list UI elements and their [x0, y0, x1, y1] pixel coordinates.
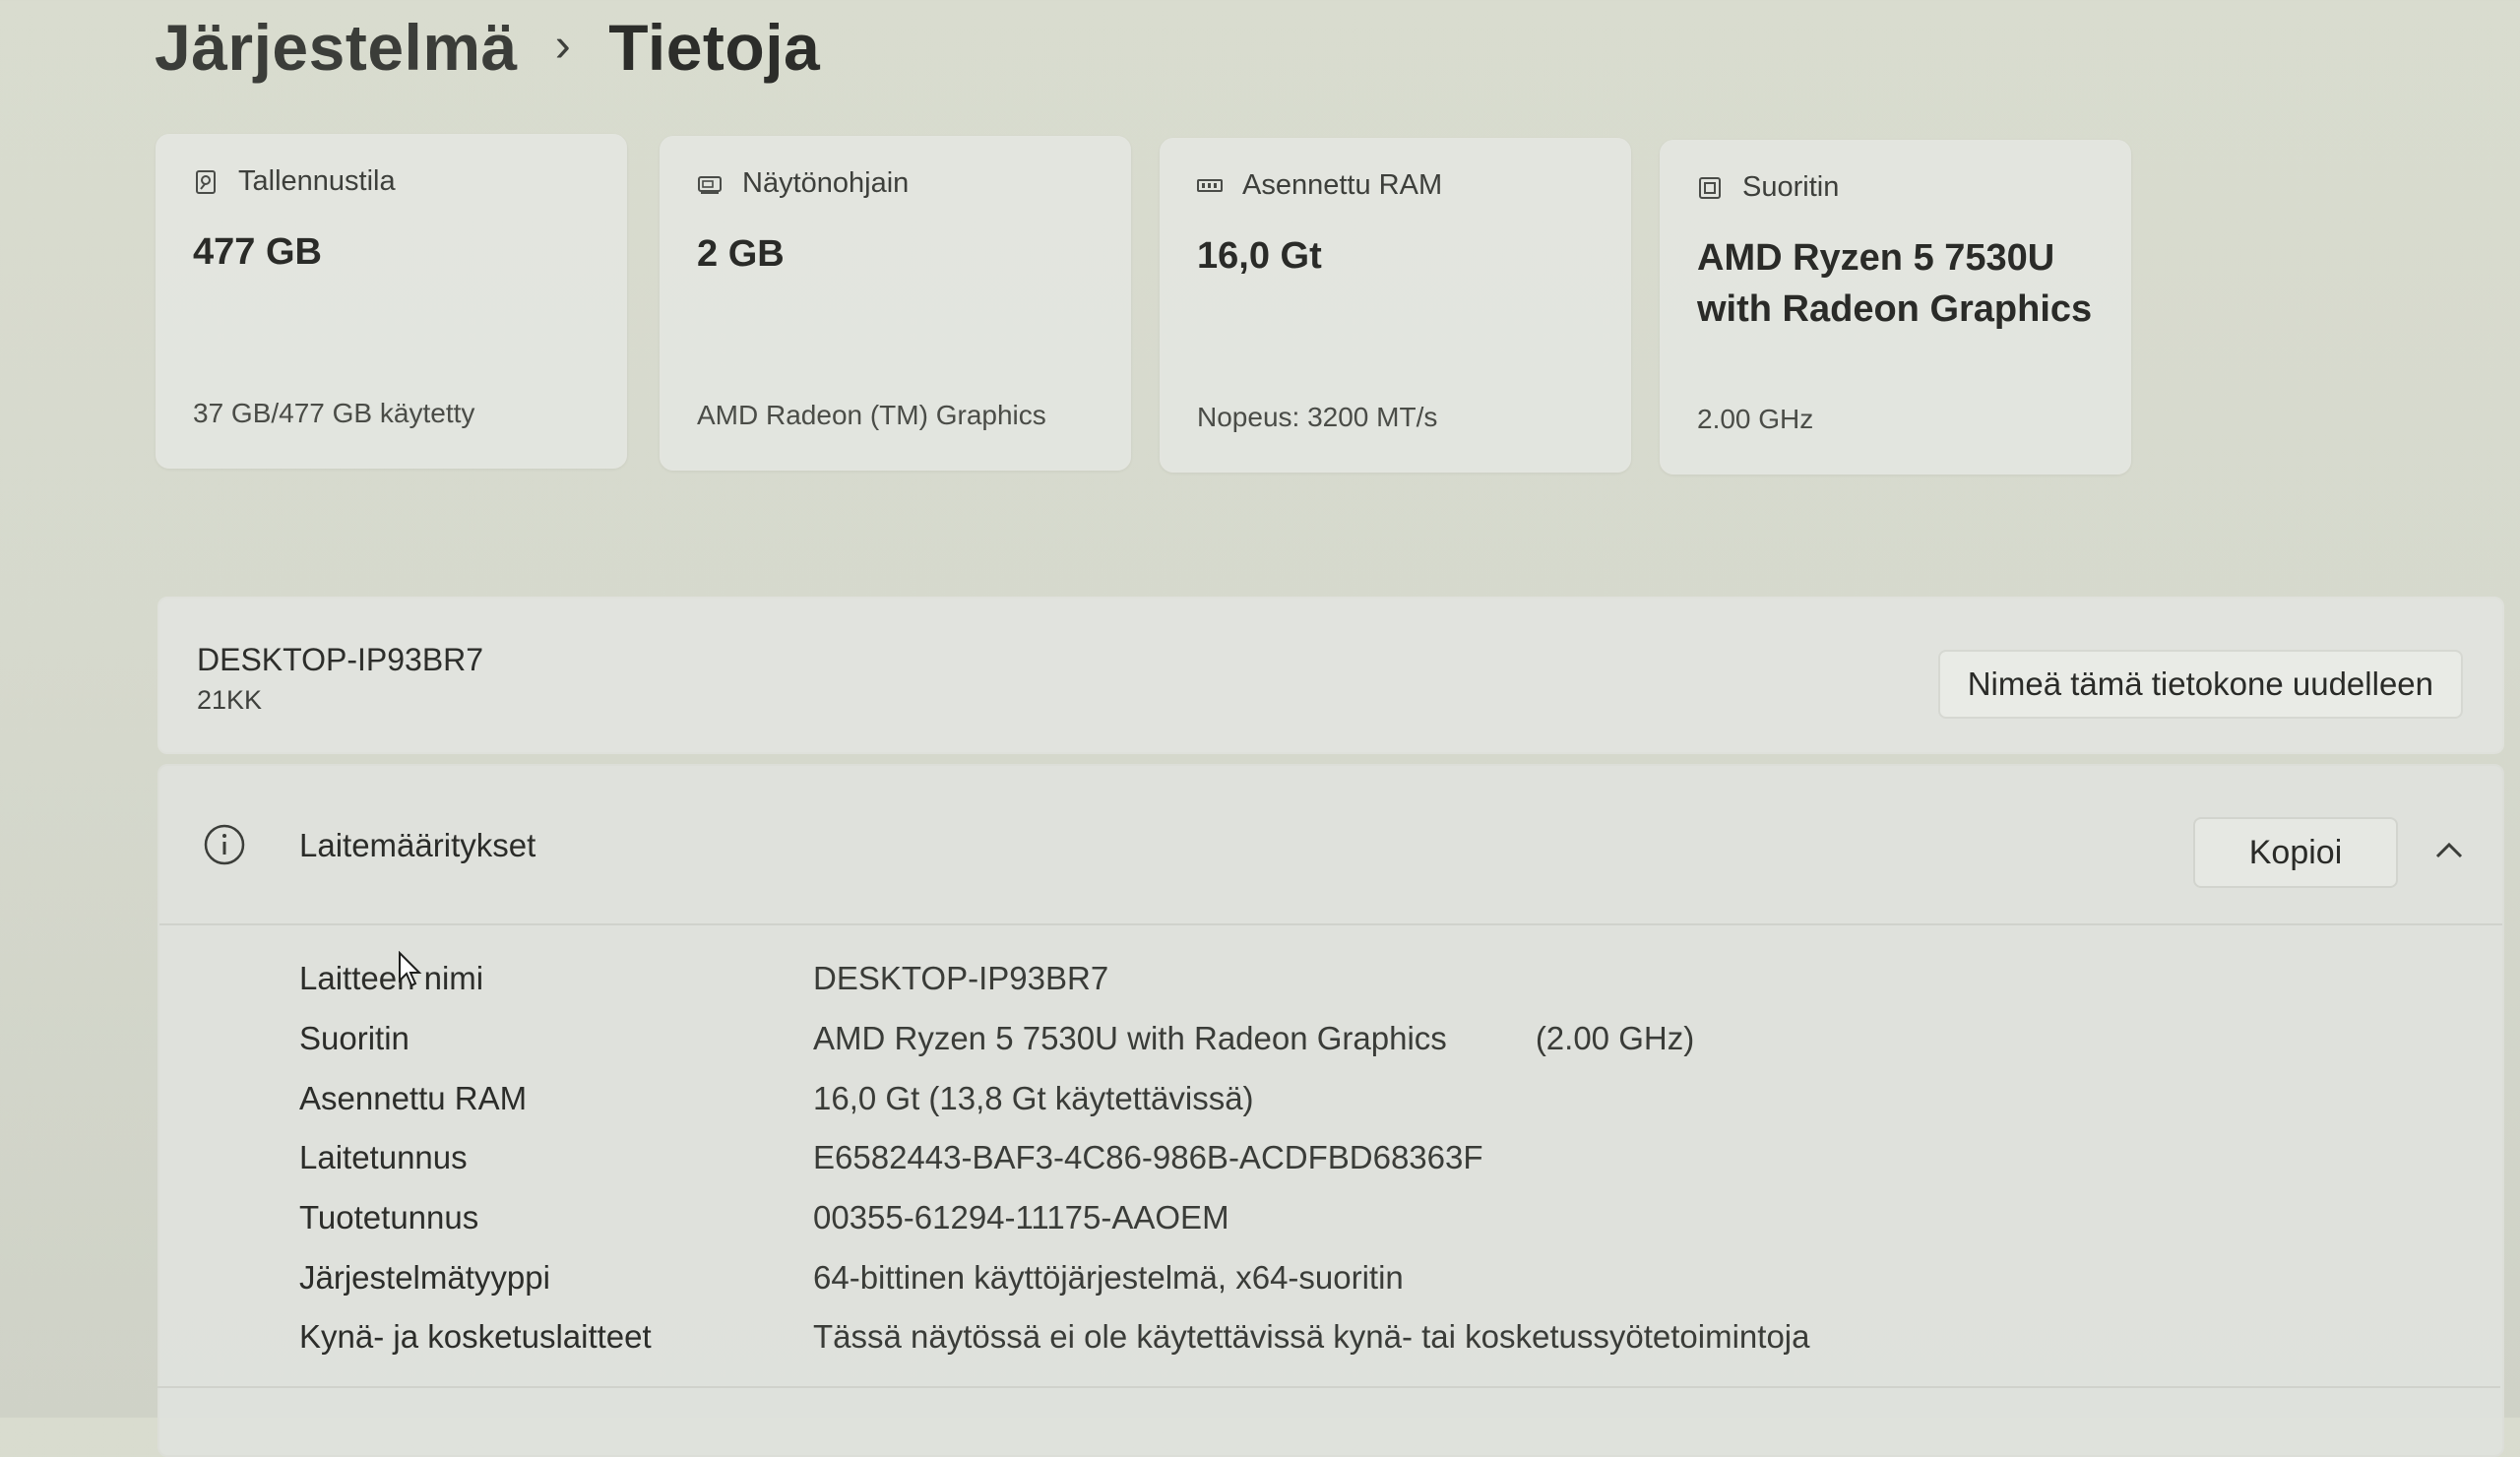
card-value: 16,0 Gt [1197, 235, 1322, 277]
spec-row: Järjestelmätyyppi 64-bittinen käyttöjärj… [299, 1247, 1809, 1307]
card-subtext: AMD Radeon (TM) Graphics [697, 400, 1046, 430]
card-graphics[interactable]: Näytönohjain 2 GB AMD Radeon (TM) Graphi… [660, 136, 1131, 471]
mouse-cursor-icon [399, 951, 422, 987]
card-header: Suoritin [1697, 171, 1839, 204]
processor-icon [1699, 176, 1721, 199]
chevron-up-icon[interactable] [2429, 831, 2469, 870]
spec-row: Laitetunnus E6582443-BAF3-4C86-986B-ACDF… [299, 1128, 1809, 1188]
spec-value[interactable]: 00355-61294-11175-AAOEM [813, 1199, 1229, 1236]
spec-label: Järjestelmätyyppi [299, 1258, 550, 1296]
spec-row: Suoritin AMD Ryzen 5 7530U with Radeon G… [299, 1009, 1809, 1069]
ram-icon [1197, 178, 1223, 192]
card-title: Tallennustila [238, 165, 396, 197]
device-specifications-panel: Laitemääritykset Kopioi Laitteen nimi DE… [158, 764, 2504, 1457]
rename-pc-button[interactable]: Nimeä tämä tietokone uudelleen [1937, 650, 2463, 719]
card-processor[interactable]: Suoritin AMD Ryzen 5 7530U with Radeon G… [1660, 140, 2131, 475]
breadcrumb-parent-link[interactable]: Järjestelmä [155, 10, 518, 85]
card-header: Asennettu RAM [1197, 169, 1442, 202]
info-icon [204, 824, 245, 865]
card-value: AMD Ryzen 5 7530U with Radeon Graphics [1697, 237, 2093, 330]
spec-value[interactable]: AMD Ryzen 5 7530U with Radeon Graphics [813, 1020, 1447, 1057]
card-title: Suoritin [1742, 171, 1840, 203]
device-name: DESKTOP-IP93BR7 [197, 642, 484, 677]
breadcrumb: Järjestelmä › Tietoja [155, 0, 820, 95]
spec-label: Laitteen nimi [299, 960, 484, 997]
spec-cards: Tallennustila 477 GB 37 GB/477 GB käytet… [156, 134, 2134, 475]
card-value: 2 GB [697, 233, 785, 275]
card-title: Asennettu RAM [1242, 169, 1443, 201]
spec-value[interactable]: Tässä näytössä ei ole käytettävissä kynä… [813, 1318, 1809, 1356]
specs-list: Laitteen nimi DESKTOP-IP93BR7 Suoritin A… [299, 949, 1809, 1367]
spec-value[interactable]: 64-bittinen käyttöjärjestelmä, x64-suori… [813, 1259, 1404, 1297]
specs-title: Laitemääritykset [299, 827, 536, 863]
device-name-panel: DESKTOP-IP93BR7 21KK Nimeä tämä tietokon… [158, 597, 2504, 754]
spec-value[interactable]: DESKTOP-IP93BR7 [813, 960, 1108, 997]
card-header: Näytönohjain [697, 167, 909, 200]
spec-label: Tuotetunnus [299, 1199, 479, 1236]
page-title: Tietoja [608, 11, 821, 84]
spec-label: Laitetunnus [299, 1139, 468, 1176]
spec-value[interactable]: 16,0 Gt (13,8 Gt käytettävissä) [813, 1080, 1254, 1117]
specs-header[interactable]: Laitemääritykset Kopioi [159, 766, 2502, 925]
card-subtext: 2.00 GHz [1697, 404, 1814, 434]
card-storage[interactable]: Tallennustila 477 GB 37 GB/477 GB käytet… [156, 134, 627, 469]
spec-label: Suoritin [299, 1020, 410, 1057]
card-ram[interactable]: Asennettu RAM 16,0 Gt Nopeus: 3200 MT/s [1160, 138, 1631, 473]
breadcrumb-chevron-icon: › [554, 19, 572, 72]
spec-extra[interactable]: (2.00 GHz) [1536, 1020, 1694, 1057]
card-subtext: Nopeus: 3200 MT/s [1197, 402, 1438, 432]
card-value: 477 GB [193, 231, 322, 273]
card-subtext: 37 GB/477 GB käytetty [193, 398, 475, 428]
device-model: 21KK [197, 685, 263, 715]
spec-label: Kynä- ja kosketuslaitteet [299, 1318, 652, 1356]
spec-label: Asennettu RAM [299, 1079, 528, 1116]
card-title: Näytönohjain [742, 167, 910, 199]
card-header: Tallennustila [193, 165, 396, 198]
spec-row: Kynä- ja kosketuslaitteet Tässä näytössä… [299, 1307, 1809, 1367]
storage-icon [196, 169, 216, 194]
display-adapter-icon [698, 175, 722, 194]
divider [158, 1386, 2500, 1388]
copy-button[interactable]: Kopioi [2193, 817, 2398, 888]
spec-row: Tuotetunnus 00355-61294-11175-AAOEM [299, 1188, 1809, 1248]
spec-row: Laitteen nimi DESKTOP-IP93BR7 [299, 949, 1809, 1009]
spec-row: Asennettu RAM 16,0 Gt (13,8 Gt käytettäv… [299, 1068, 1809, 1128]
spec-value[interactable]: E6582443-BAF3-4C86-986B-ACDFBD68363F [813, 1139, 1483, 1176]
